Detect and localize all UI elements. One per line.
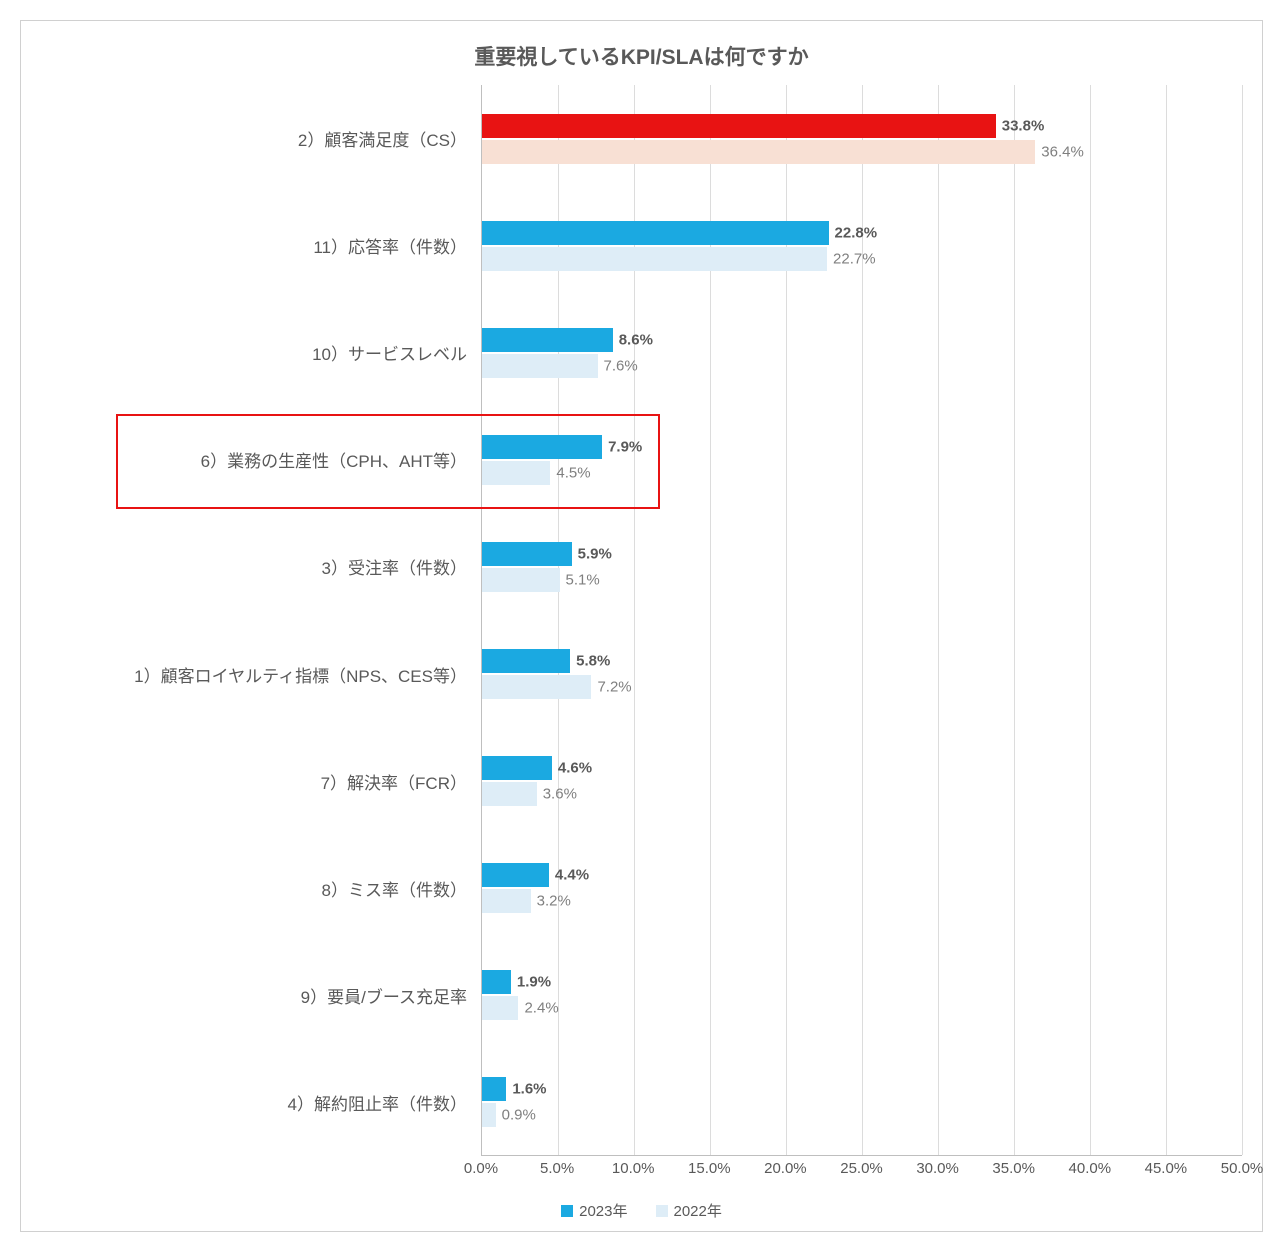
bar-2022: 7.2% xyxy=(482,675,591,699)
x-axis-ticks: 0.0%5.0%10.0%15.0%20.0%25.0%30.0%35.0%40… xyxy=(481,1156,1242,1182)
x-tick-label: 5.0% xyxy=(540,1160,574,1177)
category-row: 5.8%7.2% xyxy=(482,620,1242,727)
bar-value-2022: 36.4% xyxy=(1035,143,1084,160)
bar-2022: 3.2% xyxy=(482,889,531,913)
bar-value-2022: 7.2% xyxy=(591,678,631,695)
category-row: 7.9%4.5% xyxy=(482,406,1242,513)
bar-2023: 8.6% xyxy=(482,328,613,352)
y-axis-labels: 2）顧客満足度（CS）11）応答率（件数）10）サービスレベル6）業務の生産性（… xyxy=(41,85,481,1156)
category-label: 11）応答率（件数） xyxy=(41,192,481,299)
x-tick-label: 25.0% xyxy=(840,1160,883,1177)
bar-value-2023: 5.8% xyxy=(570,652,610,669)
category-row: 8.6%7.6% xyxy=(482,299,1242,406)
x-tick-label: 45.0% xyxy=(1145,1160,1188,1177)
bar-value-2023: 22.8% xyxy=(829,224,878,241)
legend-item-2022: 2022年 xyxy=(656,1200,722,1221)
chart-container: 重要視しているKPI/SLAは何ですか 2）顧客満足度（CS）11）応答率（件数… xyxy=(20,20,1263,1232)
bar-2022: 36.4% xyxy=(482,140,1035,164)
x-tick-label: 0.0% xyxy=(464,1160,498,1177)
bar-2023: 22.8% xyxy=(482,221,829,245)
x-tick-label: 50.0% xyxy=(1221,1160,1264,1177)
category-row: 1.9%2.4% xyxy=(482,941,1242,1048)
bar-2022: 5.1% xyxy=(482,568,560,592)
bar-value-2022: 0.9% xyxy=(496,1106,536,1123)
plot-canvas: 33.8%36.4%22.8%22.7%8.6%7.6%7.9%4.5%5.9%… xyxy=(481,85,1242,1156)
bar-value-2023: 7.9% xyxy=(602,438,642,455)
bar-2022: 22.7% xyxy=(482,247,827,271)
bar-value-2022: 3.2% xyxy=(531,892,571,909)
bar-value-2023: 5.9% xyxy=(572,545,612,562)
category-row: 4.4%3.2% xyxy=(482,834,1242,941)
category-label: 8）ミス率（件数） xyxy=(41,835,481,942)
plot-area: 2）顧客満足度（CS）11）応答率（件数）10）サービスレベル6）業務の生産性（… xyxy=(41,85,1242,1156)
bar-2023: 5.8% xyxy=(482,649,570,673)
legend: 2023年 2022年 xyxy=(41,1200,1242,1221)
bar-2022: 4.5% xyxy=(482,461,550,485)
bar-value-2022: 7.6% xyxy=(598,357,638,374)
category-label: 10）サービスレベル xyxy=(41,299,481,406)
chart-title: 重要視しているKPI/SLAは何ですか xyxy=(41,41,1242,71)
bar-value-2022: 4.5% xyxy=(550,464,590,481)
bar-2022: 3.6% xyxy=(482,782,537,806)
gridline xyxy=(1242,85,1243,1155)
bar-value-2023: 8.6% xyxy=(613,331,653,348)
category-label: 4）解約阻止率（件数） xyxy=(41,1049,481,1156)
x-tick-label: 15.0% xyxy=(688,1160,731,1177)
category-row: 33.8%36.4% xyxy=(482,85,1242,192)
bar-value-2023: 1.6% xyxy=(506,1080,546,1097)
bar-value-2023: 33.8% xyxy=(996,117,1045,134)
bar-2022: 7.6% xyxy=(482,354,598,378)
x-tick-label: 35.0% xyxy=(992,1160,1035,1177)
legend-swatch-2023 xyxy=(561,1205,573,1217)
bar-2022: 2.4% xyxy=(482,996,518,1020)
bar-2023: 5.9% xyxy=(482,542,572,566)
bar-value-2022: 3.6% xyxy=(537,785,577,802)
bar-2023: 1.9% xyxy=(482,970,511,994)
bar-value-2023: 4.4% xyxy=(549,866,589,883)
bar-2023: 4.6% xyxy=(482,756,552,780)
category-row: 4.6%3.6% xyxy=(482,727,1242,834)
category-label: 2）顧客満足度（CS） xyxy=(41,85,481,192)
category-label: 1）顧客ロイヤルティ指標（NPS、CES等） xyxy=(41,620,481,727)
bar-value-2023: 4.6% xyxy=(552,759,592,776)
x-tick-label: 10.0% xyxy=(612,1160,655,1177)
bar-value-2022: 22.7% xyxy=(827,250,876,267)
category-label: 3）受注率（件数） xyxy=(41,513,481,620)
x-tick-label: 40.0% xyxy=(1069,1160,1112,1177)
category-row: 5.9%5.1% xyxy=(482,513,1242,620)
legend-label-2023: 2023年 xyxy=(579,1200,627,1221)
x-tick-label: 20.0% xyxy=(764,1160,807,1177)
x-tick-label: 30.0% xyxy=(916,1160,959,1177)
category-label: 6）業務の生産性（CPH、AHT等） xyxy=(41,406,481,513)
legend-label-2022: 2022年 xyxy=(674,1200,722,1221)
bar-2022: 0.9% xyxy=(482,1103,496,1127)
bar-2023: 4.4% xyxy=(482,863,549,887)
bar-2023: 33.8% xyxy=(482,114,996,138)
bar-value-2023: 1.9% xyxy=(511,973,551,990)
bar-value-2022: 2.4% xyxy=(518,999,558,1016)
legend-swatch-2022 xyxy=(656,1205,668,1217)
bar-2023: 1.6% xyxy=(482,1077,506,1101)
category-row: 22.8%22.7% xyxy=(482,192,1242,299)
legend-item-2023: 2023年 xyxy=(561,1200,627,1221)
bar-2023: 7.9% xyxy=(482,435,602,459)
bar-value-2022: 5.1% xyxy=(560,571,600,588)
category-label: 9）要員/ブース充足率 xyxy=(41,942,481,1049)
category-row: 1.6% 0.9% xyxy=(482,1048,1242,1155)
category-label: 7）解決率（FCR） xyxy=(41,728,481,835)
